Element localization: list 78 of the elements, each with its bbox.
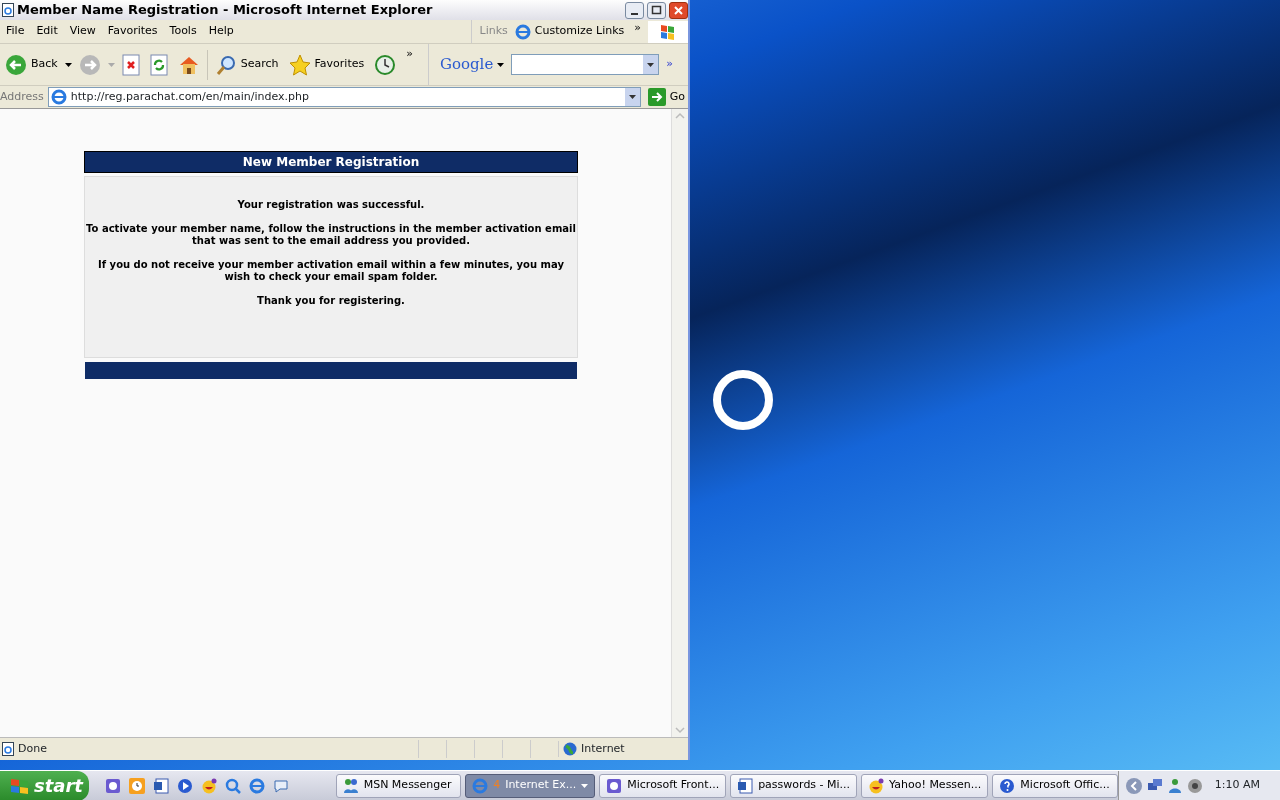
google-button[interactable]: Google: [436, 53, 508, 76]
refresh-icon: [149, 53, 168, 76]
people-icon: [342, 777, 359, 794]
magnifier-icon[interactable]: [225, 777, 242, 794]
message-text: To activate your member name, follow the instructions in the member activation email that was sent to the email address you provided.: [85, 223, 577, 247]
message-text: Your registration was successful.: [236, 199, 426, 211]
menu-item[interactable]: File: [0, 23, 31, 40]
clock-icon: [374, 53, 397, 76]
message-text: Thank you for registering.: [256, 295, 406, 307]
links-label: Links: [479, 23, 508, 40]
chat-bubble-icon[interactable]: [273, 777, 290, 794]
taskbar-label: Microsoft Offic...: [1020, 777, 1110, 794]
taskbar-label: Internet Ex...: [505, 777, 577, 794]
minimize-icon: [631, 13, 638, 15]
search-button[interactable]: Search: [211, 53, 282, 76]
window-icon[interactable]: [105, 777, 122, 794]
status-text: Done: [18, 740, 48, 757]
page-icon: [2, 3, 14, 17]
taskbar-button[interactable]: Microsoft Front...: [599, 773, 727, 798]
chevron-left-icon[interactable]: [1124, 776, 1143, 795]
smiley-icon: [868, 777, 885, 794]
taskbar-button[interactable]: Yahoo! Messen...: [861, 773, 989, 798]
google-search-field[interactable]: [511, 54, 660, 75]
taskbar-button[interactable]: Microsoft Offic...: [992, 773, 1118, 798]
taskbar-label: passwords - Mi...: [758, 777, 851, 794]
windows-flag-icon: [648, 20, 688, 43]
go-button[interactable]: Go: [644, 88, 688, 106]
document-icon[interactable]: [153, 777, 170, 794]
menu-item[interactable]: Favorites: [101, 23, 164, 40]
e-logo-icon: [472, 777, 489, 794]
overflow-button[interactable]: »: [631, 20, 644, 37]
taskbar-label: Microsoft Front...: [627, 777, 720, 794]
address-label: Address: [0, 88, 44, 105]
window-icon: [606, 777, 623, 794]
taskbar-button[interactable]: MSN Messenger: [335, 773, 462, 798]
caret-icon: [497, 62, 505, 67]
people-icon[interactable]: [1166, 777, 1183, 794]
close-icon: [672, 3, 685, 17]
globe-icon: [563, 742, 577, 756]
menu-item[interactable]: View: [63, 23, 102, 40]
menu-item[interactable]: Edit: [30, 23, 64, 40]
taskbar-button[interactable]: passwords - Mi...: [730, 773, 858, 798]
menu-item[interactable]: Help: [202, 23, 240, 40]
overflow-button[interactable]: »: [663, 56, 676, 73]
clock-icon[interactable]: [129, 777, 146, 794]
e-logo-icon: [50, 89, 67, 105]
back-button[interactable]: Back: [2, 53, 61, 76]
close-button[interactable]: [669, 1, 688, 19]
minimize-button[interactable]: [625, 1, 644, 19]
message-text: If you do not receive your member activation email within a few minutes, you may wish to check your email spam folder.: [97, 259, 565, 283]
stop-icon: [121, 53, 140, 76]
speaker-icon[interactable]: [1186, 777, 1203, 794]
menu-item[interactable]: Tools: [163, 23, 203, 40]
smiley-icon[interactable]: [201, 777, 218, 794]
maximize-button[interactable]: [647, 1, 666, 19]
maximize-icon: [650, 3, 663, 17]
overflow-button[interactable]: »: [403, 46, 416, 63]
star-icon: [288, 53, 311, 76]
document-icon: [737, 777, 754, 794]
windows-flag-icon: [10, 776, 30, 795]
search-icon: [214, 53, 237, 76]
address-field[interactable]: http://reg.parachat.com/en/main/index.php: [47, 87, 641, 107]
favorites-button[interactable]: Favorites: [285, 53, 368, 76]
panel-header: New Member Registration: [84, 151, 578, 173]
ring-logo-drawing: [711, 368, 775, 432]
taskbar-label: Yahoo! Messen...: [889, 777, 982, 794]
play-icon[interactable]: [177, 777, 194, 794]
question-icon: [999, 777, 1016, 794]
zone-text: Internet: [581, 740, 625, 757]
e-logo-icon: [514, 23, 531, 40]
taskbar-label: MSN Messenger: [363, 777, 452, 794]
count-text: 4: [493, 777, 501, 794]
e-logo-icon[interactable]: [249, 777, 266, 794]
caret-icon[interactable]: [64, 62, 72, 67]
page-icon: [2, 742, 14, 756]
link-button[interactable]: Customize Links: [511, 23, 628, 40]
window-title: Member Name Registration - Microsoft Internet Explorer: [17, 1, 434, 20]
clock-text: 1:10 AM: [1214, 777, 1260, 794]
